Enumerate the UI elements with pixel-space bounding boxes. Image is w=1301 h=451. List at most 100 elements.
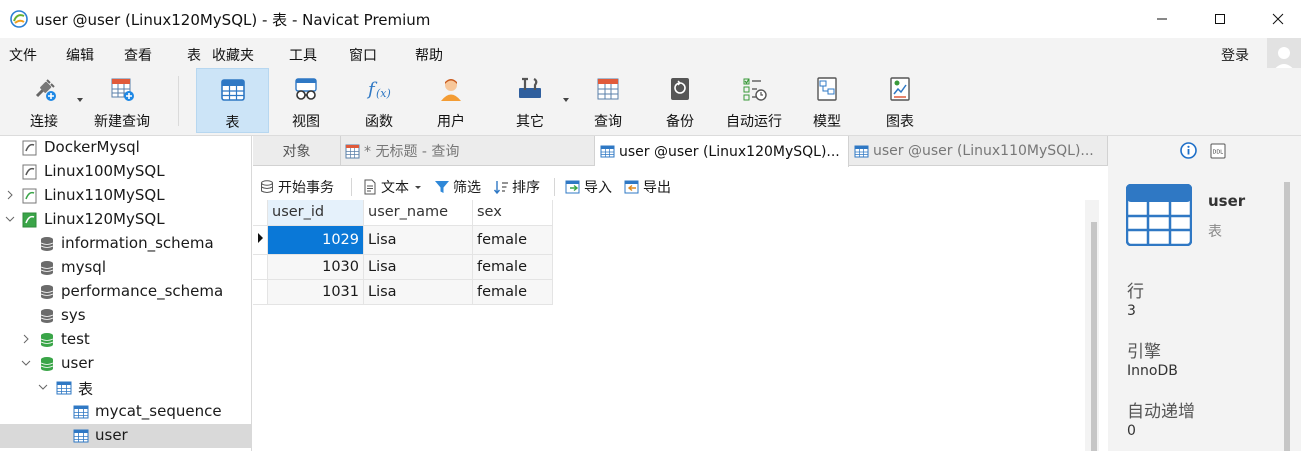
automation-label: 自动运行	[726, 114, 782, 130]
table-row[interactable]: 1029 Lisa female	[253, 225, 553, 255]
table-row[interactable]: 1031 Lisa female	[253, 279, 553, 305]
login-link[interactable]: 登录	[1221, 45, 1249, 65]
toolbar-separator	[178, 76, 179, 126]
tree-item-mysql[interactable]: mysql	[0, 256, 251, 280]
backup-button[interactable]: 备份	[656, 68, 704, 132]
tree-item-tables-folder[interactable]: 表	[0, 376, 251, 400]
model-button[interactable]: 模型	[803, 68, 851, 132]
tree-item-linux110mysql[interactable]: Linux110MySQL	[0, 184, 251, 208]
import-icon	[565, 180, 580, 194]
menu-file[interactable]: 文件	[9, 45, 37, 65]
navicat-logo-icon	[10, 10, 28, 28]
chevron-right-icon[interactable]	[20, 333, 32, 345]
import-button[interactable]: 导入	[565, 177, 612, 197]
chevron-right-icon[interactable]	[4, 189, 16, 201]
filter-button[interactable]: 筛选	[434, 177, 481, 197]
menu-favorites[interactable]: 收藏夹	[212, 45, 254, 65]
table-large-icon	[1126, 184, 1192, 246]
table-button[interactable]: 表	[196, 68, 269, 133]
menu-table[interactable]: 表	[187, 45, 201, 65]
cell-user-id[interactable]: 1029	[267, 225, 364, 255]
chevron-down-icon[interactable]	[20, 357, 32, 369]
function-button[interactable]: f (x) 函数	[355, 68, 403, 132]
tree-label: performance_schema	[61, 282, 224, 300]
new-query-button[interactable]: 新建查询	[90, 68, 154, 132]
menu-view[interactable]: 查看	[124, 45, 152, 65]
grid-scrollbar-thumb[interactable]	[1091, 222, 1097, 451]
connection-active-icon	[22, 188, 37, 204]
database-icon	[40, 309, 54, 323]
begin-transaction-button[interactable]: 开始事务	[259, 177, 334, 197]
tree-item-test[interactable]: test	[0, 328, 251, 352]
document-text-icon	[364, 179, 376, 195]
connect-dropdown-arrow[interactable]	[77, 98, 83, 102]
menu-window[interactable]: 窗口	[349, 45, 377, 65]
column-header-sex[interactable]: sex	[472, 200, 553, 226]
info-icon[interactable]	[1180, 142, 1197, 159]
export-button[interactable]: 导出	[624, 177, 671, 197]
text-button[interactable]: 文本	[362, 177, 423, 197]
close-icon	[1272, 13, 1284, 25]
cell-sex[interactable]: female	[472, 225, 553, 255]
tab-untitled-query[interactable]: * 无标题 - 查询	[341, 136, 595, 166]
tree-item-dockermysql[interactable]: DockerMysql	[0, 136, 251, 160]
tree-item-user-table[interactable]: user	[0, 424, 251, 448]
user-label: 用户	[437, 114, 465, 130]
minimize-button[interactable]	[1139, 0, 1185, 38]
user-button[interactable]: 用户	[427, 68, 475, 132]
tree-item-linux100mysql[interactable]: Linux100MySQL	[0, 160, 251, 184]
cell-user-id[interactable]: 1031	[267, 279, 364, 305]
maximize-button[interactable]	[1197, 0, 1243, 38]
column-header-user-id[interactable]: user_id	[267, 200, 364, 226]
cell-user-name[interactable]: Lisa	[363, 225, 473, 255]
cell-sex[interactable]: female	[472, 279, 553, 305]
tab-user-linux110[interactable]: user @user (Linux110MySQL)...	[849, 136, 1108, 166]
tree-item-mycat-sequence[interactable]: mycat_sequence	[0, 400, 251, 424]
tree-item-user-db[interactable]: user	[0, 352, 251, 376]
cell-sex[interactable]: female	[472, 254, 553, 280]
cell-user-name[interactable]: Lisa	[363, 254, 473, 280]
query-label: 查询	[594, 114, 622, 130]
chart-button[interactable]: 图表	[876, 68, 924, 132]
info-panel-scrollbar-thumb[interactable]	[1284, 182, 1290, 451]
other-button[interactable]: 其它	[506, 68, 554, 132]
row-indicator	[253, 254, 268, 280]
backup-icon	[671, 78, 689, 100]
tab-objects[interactable]: 对象	[253, 136, 341, 166]
tree-label: mycat_sequence	[95, 402, 222, 420]
ddl-icon[interactable]: DDL	[1210, 143, 1226, 159]
chevron-down-icon[interactable]	[4, 213, 16, 225]
tree-item-sys[interactable]: sys	[0, 304, 251, 328]
chevron-down-icon[interactable]	[37, 381, 49, 393]
sort-button[interactable]: 排序	[493, 177, 540, 197]
avatar[interactable]	[1267, 38, 1301, 72]
tab-label: user @user (Linux120MySQL)...	[619, 143, 840, 160]
tree-item-linux120mysql[interactable]: Linux120MySQL	[0, 208, 251, 232]
backup-label: 备份	[666, 114, 694, 130]
filter-label: 筛选	[453, 180, 481, 196]
other-dropdown-arrow[interactable]	[563, 98, 569, 102]
toolbar-separator	[351, 178, 352, 196]
menu-edit[interactable]: 编辑	[66, 45, 94, 65]
tab-user-linux120[interactable]: user @user (Linux120MySQL)...	[595, 136, 849, 167]
grid-toolbar: 开始事务 文本 筛选 排序 导入 导出	[253, 172, 1108, 202]
cell-user-id[interactable]: 1030	[267, 254, 364, 280]
connect-button[interactable]: 连接	[20, 68, 68, 132]
tree-item-information-schema[interactable]: information_schema	[0, 232, 251, 256]
menu-tools[interactable]: 工具	[289, 45, 317, 65]
table-row[interactable]: 1030 Lisa female	[253, 254, 553, 280]
new-query-icon	[111, 78, 134, 101]
tree-label: sys	[61, 306, 86, 324]
cell-user-name[interactable]: Lisa	[363, 279, 473, 305]
export-icon	[624, 180, 639, 194]
user-icon	[441, 79, 461, 101]
query-button[interactable]: 查询	[584, 68, 632, 132]
connection-icon	[22, 140, 37, 156]
view-button[interactable]: 视图	[282, 68, 330, 132]
automation-button[interactable]: 自动运行	[722, 68, 786, 132]
menu-help[interactable]: 帮助	[415, 45, 443, 65]
close-button[interactable]	[1255, 0, 1301, 38]
tab-label: user @user (Linux110MySQL)...	[873, 143, 1094, 159]
tree-item-performance-schema[interactable]: performance_schema	[0, 280, 251, 304]
column-header-user-name[interactable]: user_name	[363, 200, 473, 226]
